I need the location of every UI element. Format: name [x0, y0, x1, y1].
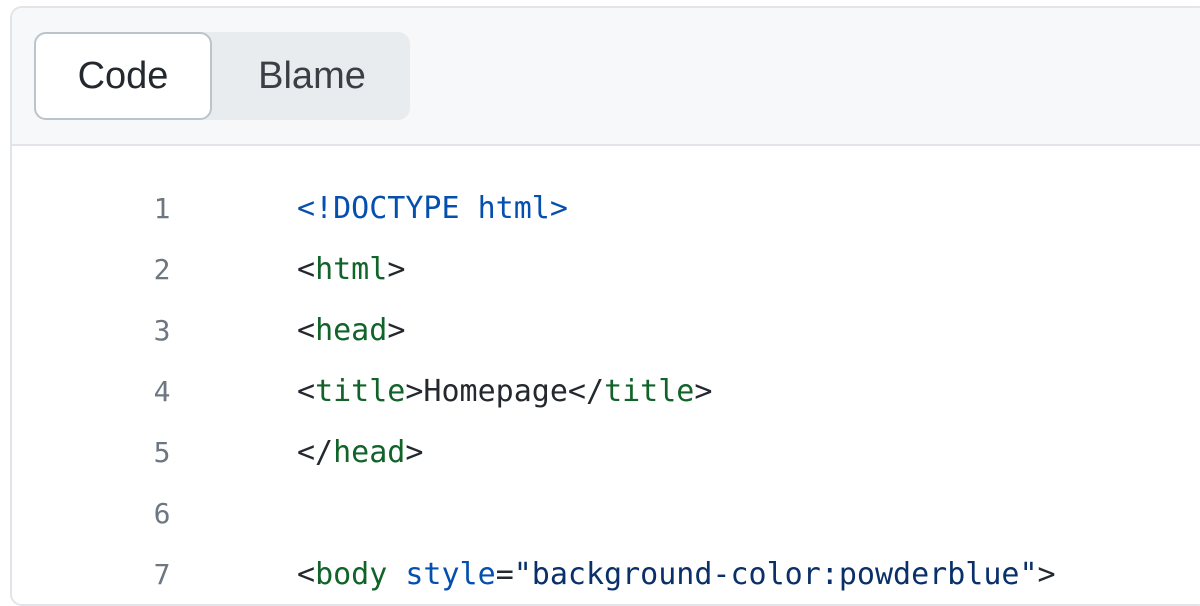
code-token: >Homepage</	[405, 373, 605, 409]
line-number[interactable]: 1	[132, 192, 192, 225]
line-number[interactable]: 5	[132, 436, 192, 469]
code-token: "background-color:powderblue"	[513, 556, 1038, 592]
line-number[interactable]: 7	[132, 558, 192, 591]
code-token: </	[297, 434, 334, 470]
code-token: title	[604, 373, 695, 409]
code-line: 4 <title>Homepage</title>	[12, 365, 1200, 417]
code-token: html	[315, 251, 388, 287]
code-viewer: Code Blame 1 <!DOCTYPE html> 2 <html> 3 <head…	[10, 6, 1200, 606]
tab-blame-label: Blame	[258, 54, 366, 97]
code-token: <	[297, 312, 316, 348]
code-token: >	[1037, 556, 1056, 592]
code-token: <	[297, 251, 316, 287]
code-token: >	[387, 251, 406, 287]
line-source: <head>	[297, 313, 405, 348]
line-source: <title>Homepage</title>	[297, 374, 712, 409]
code-line: 6	[12, 487, 1200, 539]
code-token: style	[405, 556, 496, 592]
tab-code-label: Code	[77, 54, 169, 97]
line-source: <body style="background-color:powderblue…	[297, 557, 1056, 592]
line-number[interactable]: 2	[132, 253, 192, 286]
code-token: head	[333, 434, 406, 470]
line-number[interactable]: 4	[132, 375, 192, 408]
code-token: >	[405, 434, 424, 470]
tab-blame[interactable]: Blame	[214, 32, 410, 120]
code-line: 5 </head>	[12, 426, 1200, 478]
code-line: 1 <!DOCTYPE html>	[12, 182, 1200, 234]
code-line: 7 <body style="background-color:powderblu…	[12, 548, 1200, 600]
code-line: 3 <head>	[12, 304, 1200, 356]
line-source: <html>	[297, 252, 405, 287]
code-token: <	[297, 556, 316, 592]
code-token: <	[297, 373, 316, 409]
line-source: <!DOCTYPE html>	[297, 191, 568, 226]
code-body: 1 <!DOCTYPE html> 2 <html> 3 <head> 4 <title>Ho…	[12, 146, 1200, 604]
code-token: <!DOCTYPE html>	[297, 190, 568, 226]
code-token: =	[495, 556, 514, 592]
file-header: Code Blame	[12, 8, 1200, 146]
line-source: </head>	[297, 435, 423, 470]
line-number[interactable]: 6	[132, 497, 192, 530]
code-token: title	[315, 373, 406, 409]
tab-code[interactable]: Code	[34, 32, 212, 120]
code-token: >	[694, 373, 713, 409]
code-line: 2 <html>	[12, 243, 1200, 295]
view-mode-toggle: Code Blame	[34, 32, 410, 120]
code-token: >	[387, 312, 406, 348]
code-token: body	[315, 556, 388, 592]
code-token: head	[315, 312, 388, 348]
line-number[interactable]: 3	[132, 314, 192, 347]
